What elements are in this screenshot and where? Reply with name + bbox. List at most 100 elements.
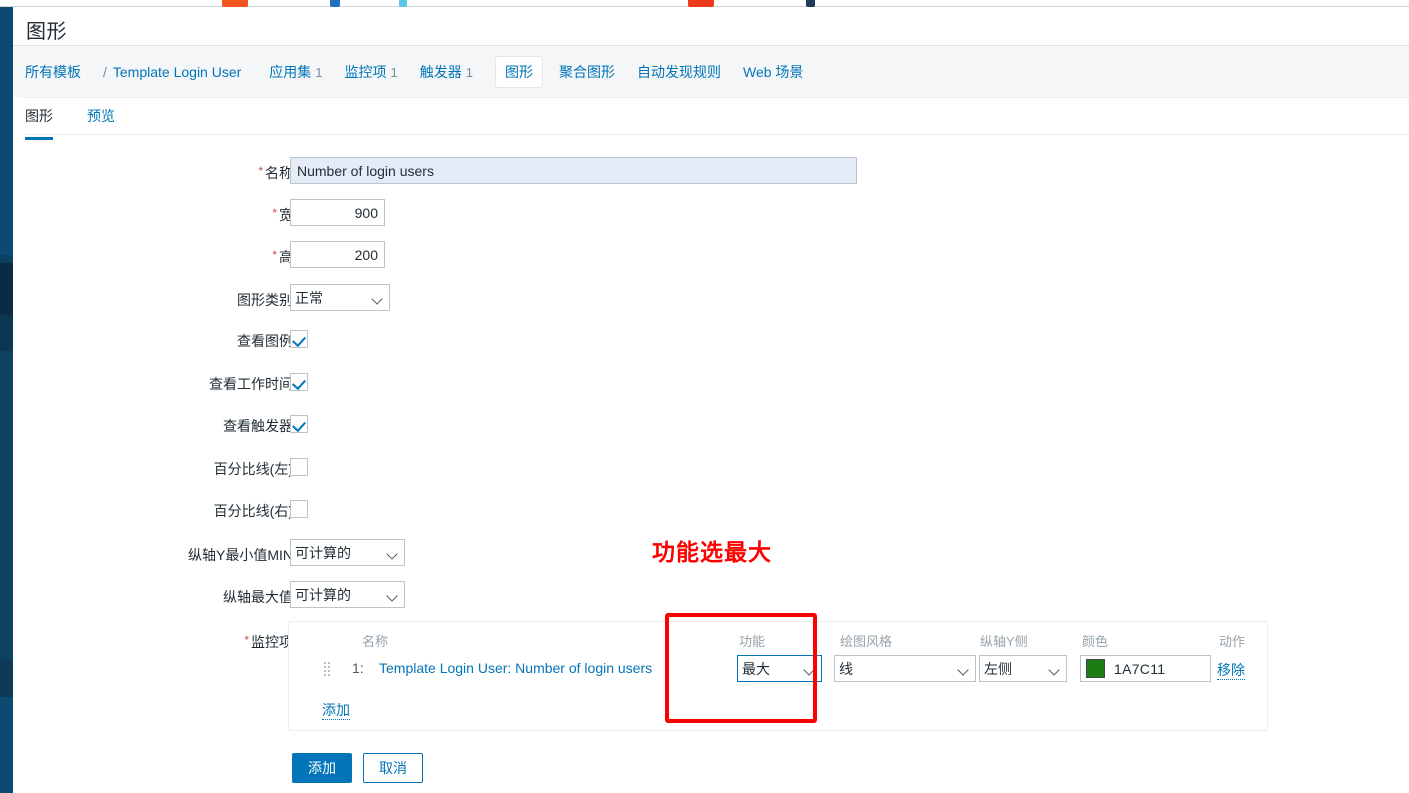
item-function-select[interactable]: 最大 [737,655,822,682]
nav-tab-applications-count: 1 [315,65,323,80]
content-card: 图形 预览 *名称 *宽 *高 图形类别 正常 查看图例 查看工作时间 查看触发… [25,97,1409,793]
items-add-link[interactable]: 添加 [322,700,350,720]
y-max-select-wrap: 可计算的 [290,581,405,608]
label-name-text: 名称 [265,165,293,181]
item-remove-label: 移除 [1217,662,1245,680]
item-y-side-select[interactable]: 左侧 [979,655,1067,682]
nav-tab-items-count: 1 [390,65,398,80]
breadcrumb-all-templates[interactable]: 所有模板 [25,62,81,82]
y-axis-max-select[interactable]: 可计算的 [290,581,405,608]
label-y-max: 纵轴最大值 [223,589,293,605]
label-graph-type: 图形类别 [237,292,293,308]
tab-graph[interactable]: 图形 [25,106,53,140]
sidebar-segment[interactable] [0,255,13,263]
breadcrumb-template-name[interactable]: Template Login User [113,64,241,80]
nav-tab-applications-label: 应用集 [269,64,312,80]
nav-tab-graphs[interactable]: 图形 [495,56,543,88]
sidebar-segment[interactable] [0,527,13,571]
show-triggers-checkbox[interactable] [290,415,308,433]
sidebar-segment[interactable] [0,697,13,793]
sidebar-segment[interactable] [0,7,13,255]
chrome-mark [806,0,815,7]
chrome-mark [688,0,714,7]
nav-tab-web-scenarios[interactable]: Web 场景 [743,62,803,82]
sidebar-segment[interactable] [0,439,13,483]
drag-handle-icon[interactable] [324,662,333,676]
required-marker-name: * [258,164,263,178]
label-show-triggers: 查看触发器 [223,418,293,434]
label-items-text: 监控项 [251,634,293,650]
percentile-left-checkbox[interactable] [290,458,308,476]
left-sidebar[interactable] [0,7,13,793]
nav-tab-items[interactable]: 监控项 1 [345,62,398,82]
items-header-color: 颜色 [1082,634,1109,649]
items-header-name: 名称 [362,634,389,649]
page-title: 图形 [26,21,67,43]
chrome-mark [330,0,340,7]
tab-preview[interactable]: 预览 [87,106,115,137]
graph-type-select-wrap: 正常 [290,284,390,311]
sidebar-segment[interactable] [0,659,13,697]
items-table: 名称 功能 绘图风格 纵轴Y侧 颜色 动作 1: Template Login … [288,621,1268,731]
chrome-mark [222,0,248,7]
sidebar-segment[interactable] [0,571,13,615]
y-axis-min-select[interactable]: 可计算的 [290,539,405,566]
content-tabstrip: 图形 预览 [25,98,1409,140]
items-header-draw-style: 绘图风格 [840,634,893,649]
items-add-label: 添加 [322,702,350,720]
percentile-right-checkbox[interactable] [290,500,308,518]
breadcrumb-separator: / [103,64,107,80]
chrome-mark [399,0,407,7]
nav-tab-triggers[interactable]: 触发器 1 [420,62,473,82]
item-remove-link[interactable]: 移除 [1217,660,1245,680]
sidebar-segment[interactable] [0,351,13,395]
sidebar-segment[interactable] [0,263,13,315]
label-show-legend: 查看图例 [237,333,293,349]
graph-width-input[interactable] [290,199,385,226]
items-header-action: 动作 [1219,634,1246,649]
items-header-function: 功能 [739,634,766,649]
item-color-field[interactable]: 1A7C11 [1080,655,1211,682]
graph-height-input[interactable] [290,241,385,268]
nav-tab-items-label: 监控项 [344,64,387,80]
item-y-side-select-wrap: 左侧 [979,655,1067,682]
required-marker-height: * [272,248,277,262]
nav-tab-triggers-count: 1 [465,65,473,80]
graph-type-select[interactable]: 正常 [290,284,390,311]
nav-tab-applications[interactable]: 应用集 1 [269,62,322,82]
label-items: * 监控项 [25,632,293,652]
cancel-button[interactable]: 取消 [363,753,423,783]
sidebar-segment[interactable] [0,615,13,659]
item-row-index: 1: [352,660,364,676]
annotation-text: 功能选最大 [652,539,772,565]
sidebar-segment[interactable] [0,483,13,527]
browser-chrome-sliver [0,0,1409,7]
sidebar-segment[interactable] [0,315,13,351]
label-y-min: 纵轴Y最小值MIN [188,547,293,563]
label-show-working-time: 查看工作时间 [209,376,293,392]
sidebar-segment[interactable] [0,395,13,439]
y-min-select-wrap: 可计算的 [290,539,405,566]
required-marker-width: * [272,206,277,220]
label-percentile-left: 百分比线(左) [213,461,293,477]
label-name: * 名称 [25,163,293,183]
graph-name-input[interactable] [290,157,857,184]
label-height: * 高 [25,247,293,267]
nav-tab-screens[interactable]: 聚合图形 [559,62,615,82]
breadcrumb: 所有模板 / Template Login User 应用集 1 监控项 1 触发器… [25,46,825,98]
label-width: * 宽 [25,205,293,225]
color-swatch[interactable] [1086,659,1105,678]
item-color-value: 1A7C11 [1114,660,1166,677]
page-header: 图形 [13,7,1409,45]
show-working-time-checkbox[interactable] [290,373,308,391]
item-row-name[interactable]: Template Login User: Number of login use… [379,660,652,676]
show-legend-checkbox[interactable] [290,330,308,348]
item-draw-style-select[interactable]: 线 [834,655,976,682]
nav-tab-triggers-label: 触发器 [419,64,462,80]
required-marker-items: * [244,633,249,647]
submit-button[interactable]: 添加 [292,753,352,783]
item-function-select-wrap: 最大 [737,655,822,682]
nav-tab-discovery-rules[interactable]: 自动发现规则 [637,62,721,82]
items-header-y-side: 纵轴Y侧 [980,634,1028,649]
label-percentile-right: 百分比线(右) [213,503,293,519]
